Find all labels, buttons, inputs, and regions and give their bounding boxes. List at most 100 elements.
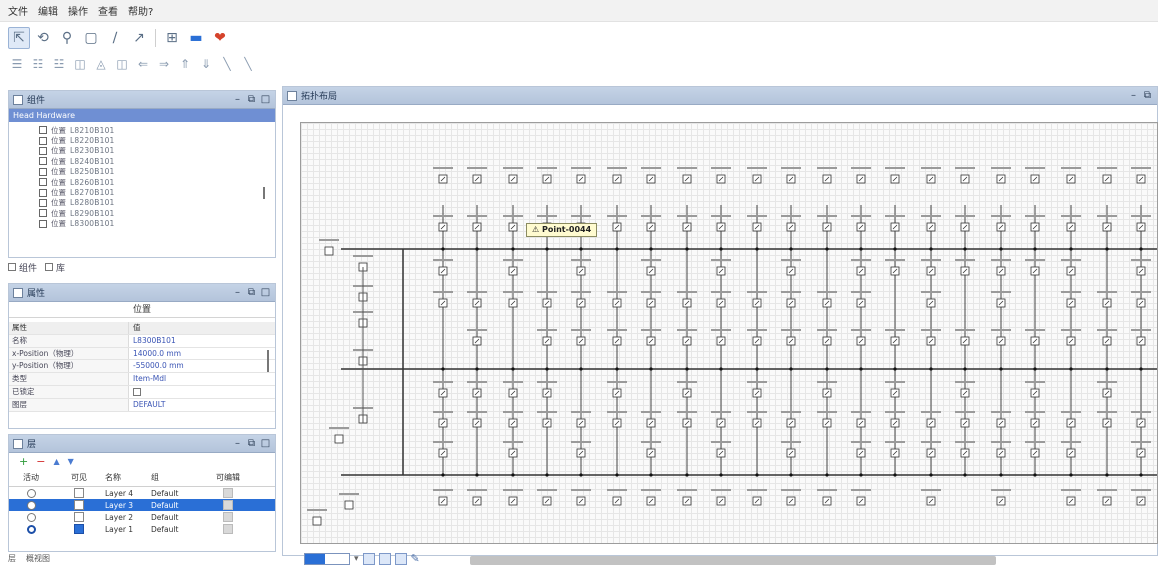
menu-view[interactable]: 查看 (98, 3, 118, 18)
visible-checkbox[interactable] (74, 500, 84, 510)
arrow-down-icon[interactable]: ⇓ (197, 55, 215, 73)
heart-icon[interactable]: ❤ (209, 27, 231, 49)
zoom-dropdown-icon[interactable]: ▾ (354, 554, 359, 564)
tree-checkbox[interactable] (39, 136, 47, 145)
layer-row[interactable]: Layer 2 Default (9, 511, 275, 523)
prop-value[interactable]: Item-Mdl (129, 373, 275, 385)
align-middle-icon[interactable]: ◫ (113, 55, 131, 73)
col-group[interactable]: 组 (151, 469, 207, 486)
tree-item[interactable]: 位置 L8270B101 (9, 187, 275, 197)
rotate-icon[interactable]: ⟲ (32, 27, 54, 49)
move-down-icon[interactable]: ▼ (68, 457, 74, 466)
tree-item[interactable]: 位置 L8250B101 (9, 167, 275, 177)
layer-group[interactable]: Default (151, 511, 207, 523)
tree-checkbox[interactable] (39, 167, 47, 176)
prop-value[interactable]: 14000.0 mm (129, 348, 275, 360)
col-visible[interactable]: 可见 (53, 469, 105, 486)
minus-icon[interactable]: ▬ (185, 27, 207, 49)
tree-checkbox[interactable] (39, 178, 47, 187)
visible-checkbox[interactable] (74, 524, 84, 534)
editable-checkbox[interactable] (223, 500, 233, 510)
layer-group[interactable]: Default (151, 523, 207, 535)
horizontal-scrollbar[interactable] (470, 556, 996, 565)
minimize-icon[interactable]: – (1128, 90, 1139, 101)
tab-overview[interactable]: 概视图 (26, 553, 50, 565)
tab-library[interactable]: 库 (45, 261, 65, 274)
restore-icon[interactable]: ⧉ (1142, 90, 1153, 101)
tree-checkbox[interactable] (39, 209, 47, 218)
layer-row-selected[interactable]: Layer 3 Default (9, 499, 275, 511)
menu-edit[interactable]: 编辑 (38, 3, 58, 18)
prop-value[interactable]: -55000.0 mm (129, 360, 275, 372)
skew-icon[interactable]: ╲ (218, 55, 236, 73)
minimize-icon[interactable]: – (232, 94, 243, 105)
locked-checkbox[interactable] (133, 387, 141, 396)
align-left-icon[interactable]: ☰ (8, 55, 26, 73)
layer-name[interactable]: Layer 3 (105, 499, 151, 511)
line-icon[interactable]: ∕ (104, 27, 126, 49)
tab-components[interactable]: 组件 (8, 261, 37, 274)
arrow-left-icon[interactable]: ⇐ (134, 55, 152, 73)
active-radio[interactable] (26, 512, 36, 522)
tree-checkbox[interactable] (39, 219, 47, 228)
editable-checkbox[interactable] (223, 512, 233, 522)
prop-value[interactable]: DEFAULT (129, 399, 275, 411)
layer-row[interactable]: Layer 1 Default (9, 523, 275, 535)
tree-item[interactable]: 位置 L8210B101 (9, 125, 275, 135)
prop-row-name[interactable]: 名称 L8300B101 (9, 334, 275, 348)
zoom-icon[interactable]: ⚲ (56, 27, 78, 49)
col-name[interactable]: 名称 (105, 469, 151, 486)
topology-canvas[interactable] (300, 122, 1158, 544)
editable-checkbox[interactable] (223, 524, 233, 534)
tree-checkbox[interactable] (39, 157, 47, 166)
connector-icon[interactable]: ↗ (128, 27, 150, 49)
visible-checkbox[interactable] (74, 488, 84, 498)
prop-row-layer[interactable]: 图层 DEFAULT (9, 398, 275, 412)
tree-checkbox[interactable] (39, 188, 47, 197)
snap-icon[interactable] (394, 552, 407, 565)
remove-layer-icon[interactable]: − (36, 455, 45, 468)
tree-checkbox[interactable] (39, 146, 47, 155)
prop-value[interactable] (129, 386, 275, 398)
tree-item[interactable]: 位置 L8230B101 (9, 146, 275, 156)
tree-item[interactable]: 位置 L8260B101 (9, 177, 275, 187)
restore-icon[interactable]: ⧉ (246, 94, 257, 105)
align-right-icon[interactable]: ☳ (50, 55, 68, 73)
frame-icon[interactable]: ⊞ (161, 27, 183, 49)
layer-row[interactable]: Layer 4 Default (9, 487, 275, 499)
menu-operation[interactable]: 操作 (68, 3, 88, 18)
layer-group[interactable]: Default (151, 499, 207, 511)
fit-icon[interactable] (362, 552, 375, 565)
align-center-icon[interactable]: ☷ (29, 55, 47, 73)
arrow-up-icon[interactable]: ⇑ (176, 55, 194, 73)
active-radio[interactable] (26, 488, 36, 498)
layer-name[interactable]: Layer 2 (105, 511, 151, 523)
col-editable[interactable]: 可编辑 (207, 469, 249, 486)
add-layer-icon[interactable]: + (19, 455, 28, 468)
move-up-icon[interactable]: ▲ (53, 457, 59, 466)
layer-name[interactable]: Layer 4 (105, 487, 151, 499)
tree-root[interactable]: Head Hardware (9, 109, 275, 122)
arrow-right-icon[interactable]: ⇒ (155, 55, 173, 73)
pencil-icon[interactable]: ✎ (411, 552, 420, 565)
prop-row-y[interactable]: y-Position（物理） -55000.0 mm (9, 360, 275, 374)
tab-layers[interactable]: 层 (8, 553, 16, 565)
tree-item[interactable]: 位置 L8240B101 (9, 156, 275, 166)
select-arrow-icon[interactable]: ⇱ (8, 27, 30, 49)
menu-file[interactable]: 文件 (8, 3, 28, 18)
tree-checkbox[interactable] (39, 126, 47, 135)
maximize-icon[interactable]: □ (260, 287, 271, 298)
layer-name[interactable]: Layer 1 (105, 523, 151, 535)
prop-row-type[interactable]: 类型 Item-Mdl (9, 373, 275, 386)
distribute-h-icon[interactable]: ◫ (71, 55, 89, 73)
tree-item[interactable]: 位置 L8220B101 (9, 135, 275, 145)
skew2-icon[interactable]: ╲ (239, 55, 257, 73)
topology-diagram[interactable] (301, 123, 1158, 544)
tree-checkbox[interactable] (39, 198, 47, 207)
prop-row-x[interactable]: x-Position（物理） 14000.0 mm (9, 347, 275, 361)
active-radio[interactable] (26, 524, 36, 534)
grid-icon[interactable] (378, 552, 391, 565)
col-active[interactable]: 活动 (9, 469, 53, 486)
tree-scrollbar[interactable] (263, 187, 265, 199)
restore-icon[interactable]: ⧉ (246, 287, 257, 298)
